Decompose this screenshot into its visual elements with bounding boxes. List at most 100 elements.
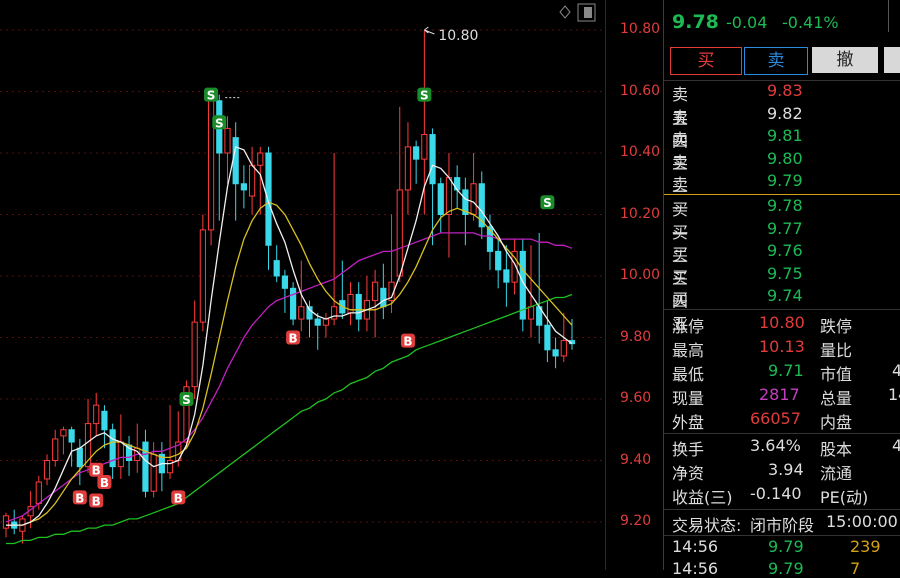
outer-volume-value: 66057	[750, 409, 801, 428]
candle-body	[265, 152, 272, 246]
net-asset-value: 3.94	[768, 460, 804, 479]
candle-body	[503, 269, 510, 283]
candle-body	[298, 306, 305, 320]
axis-tick-label: 10.60	[620, 82, 661, 99]
bid-price: 9.77	[767, 218, 803, 238]
pe-label: PE(动)	[820, 488, 869, 507]
axis-tick-label: 10.00	[620, 267, 661, 283]
candle-body	[429, 134, 436, 185]
candle-body	[396, 189, 403, 277]
total-volume-value: 14	[888, 385, 900, 404]
candle-body	[117, 441, 124, 468]
low-label: 最低	[672, 365, 705, 384]
candle-body	[322, 318, 330, 326]
candle-body	[43, 460, 51, 480]
sell-signal-badge-letter: S	[215, 116, 224, 130]
buy-button[interactable]: 买	[670, 47, 742, 75]
diamond-icon	[559, 5, 571, 19]
tick-vol: 7	[850, 559, 861, 578]
divider	[664, 433, 900, 434]
candle-body	[76, 447, 83, 468]
equity-value: 4	[892, 436, 900, 455]
bid-price: 9.78	[767, 196, 803, 215]
candle-body	[560, 340, 567, 357]
candle-body	[35, 481, 42, 505]
candle-body	[372, 281, 379, 302]
sell-button[interactable]: 卖	[744, 47, 808, 75]
tick-price: 9.79	[768, 559, 804, 578]
buy-signal-badge-letter: B	[403, 335, 412, 349]
candle-body	[437, 183, 444, 215]
trade-status-phase: 闭市阶段	[750, 516, 815, 535]
tick-vol: 239	[850, 537, 881, 556]
candle-body	[290, 287, 297, 320]
candlestick-chart[interactable]: SSSSSBBB BB BB10.80	[0, 0, 605, 570]
high-value: 10.13	[759, 337, 805, 356]
float-label: 流通	[820, 464, 853, 483]
buy-signal-badge-letter: B	[75, 491, 84, 505]
buy-signal-badge-letter: B	[100, 476, 109, 490]
candle-body	[52, 438, 59, 462]
candle-body	[150, 453, 157, 492]
candle-body	[470, 183, 477, 215]
market-cap-value: 4	[892, 361, 900, 380]
price-change-pct: -0.41%	[782, 13, 839, 32]
axis-tick-label: 9.20	[620, 513, 652, 529]
price-change: -0.04	[726, 13, 768, 32]
divider	[664, 535, 900, 536]
eps-value: -0.140	[750, 484, 802, 503]
low-value: 9.71	[768, 361, 804, 380]
bid-price: 9.75	[767, 263, 803, 283]
peak-label: 10.80	[438, 28, 478, 44]
ask-price: 9.83	[767, 81, 803, 100]
sell-signal-badge-letter: S	[182, 393, 191, 407]
axis-tick-label: 9.40	[620, 451, 652, 468]
candle-body	[191, 321, 198, 388]
candle-body	[60, 429, 67, 437]
candle-body	[142, 441, 149, 492]
axis-tick-label: 10.80	[620, 21, 661, 37]
divider	[664, 309, 900, 310]
candle-body	[314, 318, 321, 326]
axis-tick-label: 9.80	[620, 328, 652, 345]
buy-signal-badge-letter: B	[174, 491, 183, 505]
market-cap-label: 市值	[820, 365, 853, 384]
candle-body	[273, 260, 280, 277]
candle-body	[93, 404, 100, 425]
bid-price: 9.76	[767, 241, 803, 260]
candle-body	[413, 146, 420, 160]
bid-price: 9.74	[767, 286, 803, 305]
sell-signal-badge-letter: S	[207, 89, 216, 103]
buy-signal-badge-letter: B	[289, 332, 298, 346]
candle-body	[544, 324, 551, 351]
current-volume-value: 2817	[759, 385, 800, 404]
quote-panel: 9.78 -0.04 -0.41% 买 卖 撤 卖五 9.83 卖四 9.82 卖三 9.…	[663, 0, 900, 578]
limit-up-label: 涨停	[672, 317, 705, 336]
trade-status-label: 交易状态:	[672, 516, 742, 535]
candle-body	[355, 293, 362, 320]
trade-status-time: 15:00:00	[826, 512, 898, 531]
candle-body	[240, 183, 247, 191]
candle-body	[257, 152, 264, 166]
candle-body	[224, 127, 231, 154]
ask-price: 9.79	[767, 171, 803, 190]
candle-body	[527, 306, 535, 320]
tick-price: 9.79	[768, 537, 804, 556]
candle-body	[248, 164, 256, 197]
divider	[664, 509, 900, 510]
buy-signal-badge-letter: B	[92, 494, 101, 508]
cancel-order-button[interactable]: 撤	[812, 47, 878, 73]
candle-body	[445, 177, 453, 216]
total-volume-label: 总量	[820, 389, 853, 408]
net-asset-label: 净资	[672, 464, 705, 483]
axis-tick-label: 10.20	[620, 205, 661, 222]
high-label: 最高	[672, 341, 705, 360]
panel-toggle-icon-inner	[584, 7, 592, 18]
limit-up-value: 10.80	[759, 313, 805, 332]
candle-body	[281, 275, 288, 289]
more-button[interactable]	[884, 47, 900, 73]
sell-signal-badge-letter: S	[420, 89, 429, 103]
candle-body	[404, 146, 412, 191]
candle-body	[68, 429, 75, 443]
axis-tick-label: 9.60	[620, 390, 652, 406]
